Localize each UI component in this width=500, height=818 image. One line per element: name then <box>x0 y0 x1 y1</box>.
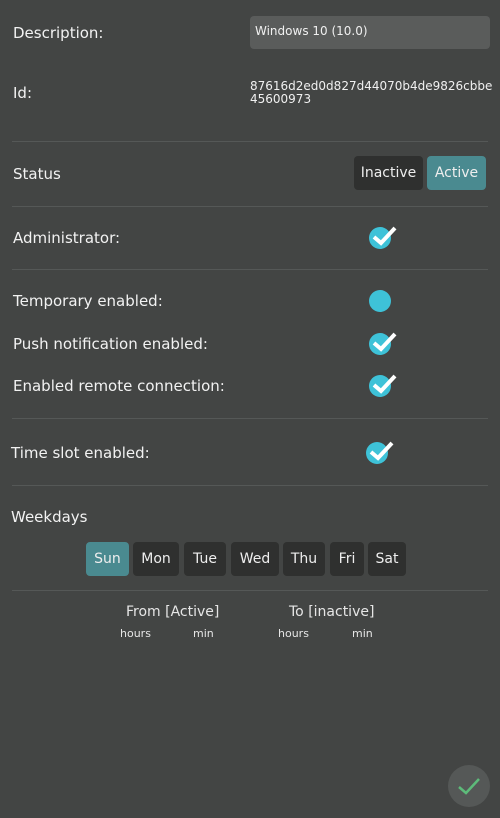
from-hours-label: hours <box>120 627 151 640</box>
status-label: Status <box>13 165 61 183</box>
administrator-label: Administrator: <box>13 229 121 247</box>
temporary-checkbox[interactable] <box>369 290 391 312</box>
check-icon <box>372 226 397 246</box>
day-mon-button[interactable]: Mon <box>133 542 179 576</box>
divider <box>12 141 488 142</box>
divider <box>12 418 488 419</box>
to-label: To [inactive] <box>289 604 375 620</box>
divider <box>12 269 488 270</box>
to-min-label: min <box>352 627 373 640</box>
description-field[interactable]: Windows 10 (10.0) <box>250 16 490 49</box>
day-thu-button[interactable]: Thu <box>283 542 325 576</box>
confirm-button[interactable] <box>448 765 490 807</box>
description-label: Description: <box>13 24 104 42</box>
divider <box>12 485 488 486</box>
administrator-checkbox[interactable] <box>369 226 397 249</box>
remote-connection-checkbox[interactable] <box>369 374 397 397</box>
temporary-label: Temporary enabled: <box>13 292 163 310</box>
push-notification-label: Push notification enabled: <box>13 335 208 353</box>
id-value: 87616d2ed0d827d44070b4de9826cbbe45600973 <box>250 79 493 106</box>
id-label: Id: <box>13 84 32 102</box>
time-slot-label: Time slot enabled: <box>11 444 150 462</box>
day-fri-button[interactable]: Fri <box>330 542 364 576</box>
divider <box>12 590 488 591</box>
status-active-button[interactable]: Active <box>427 156 486 190</box>
check-icon <box>369 441 394 461</box>
status-inactive-button[interactable]: Inactive <box>354 156 423 190</box>
day-wed-button[interactable]: Wed <box>231 542 279 576</box>
time-slot-checkbox[interactable] <box>366 441 394 464</box>
from-min-label: min <box>193 627 214 640</box>
remote-connection-label: Enabled remote connection: <box>13 377 225 395</box>
day-tue-button[interactable]: Tue <box>184 542 226 576</box>
check-icon <box>458 778 480 795</box>
divider <box>12 206 488 207</box>
from-label: From [Active] <box>126 604 220 620</box>
to-hours-label: hours <box>278 627 309 640</box>
day-sun-button[interactable]: Sun <box>86 542 129 576</box>
weekdays-label: Weekdays <box>11 508 88 526</box>
push-notification-checkbox[interactable] <box>369 332 397 355</box>
check-icon <box>372 332 397 352</box>
day-sat-button[interactable]: Sat <box>368 542 406 576</box>
check-icon <box>372 374 397 394</box>
